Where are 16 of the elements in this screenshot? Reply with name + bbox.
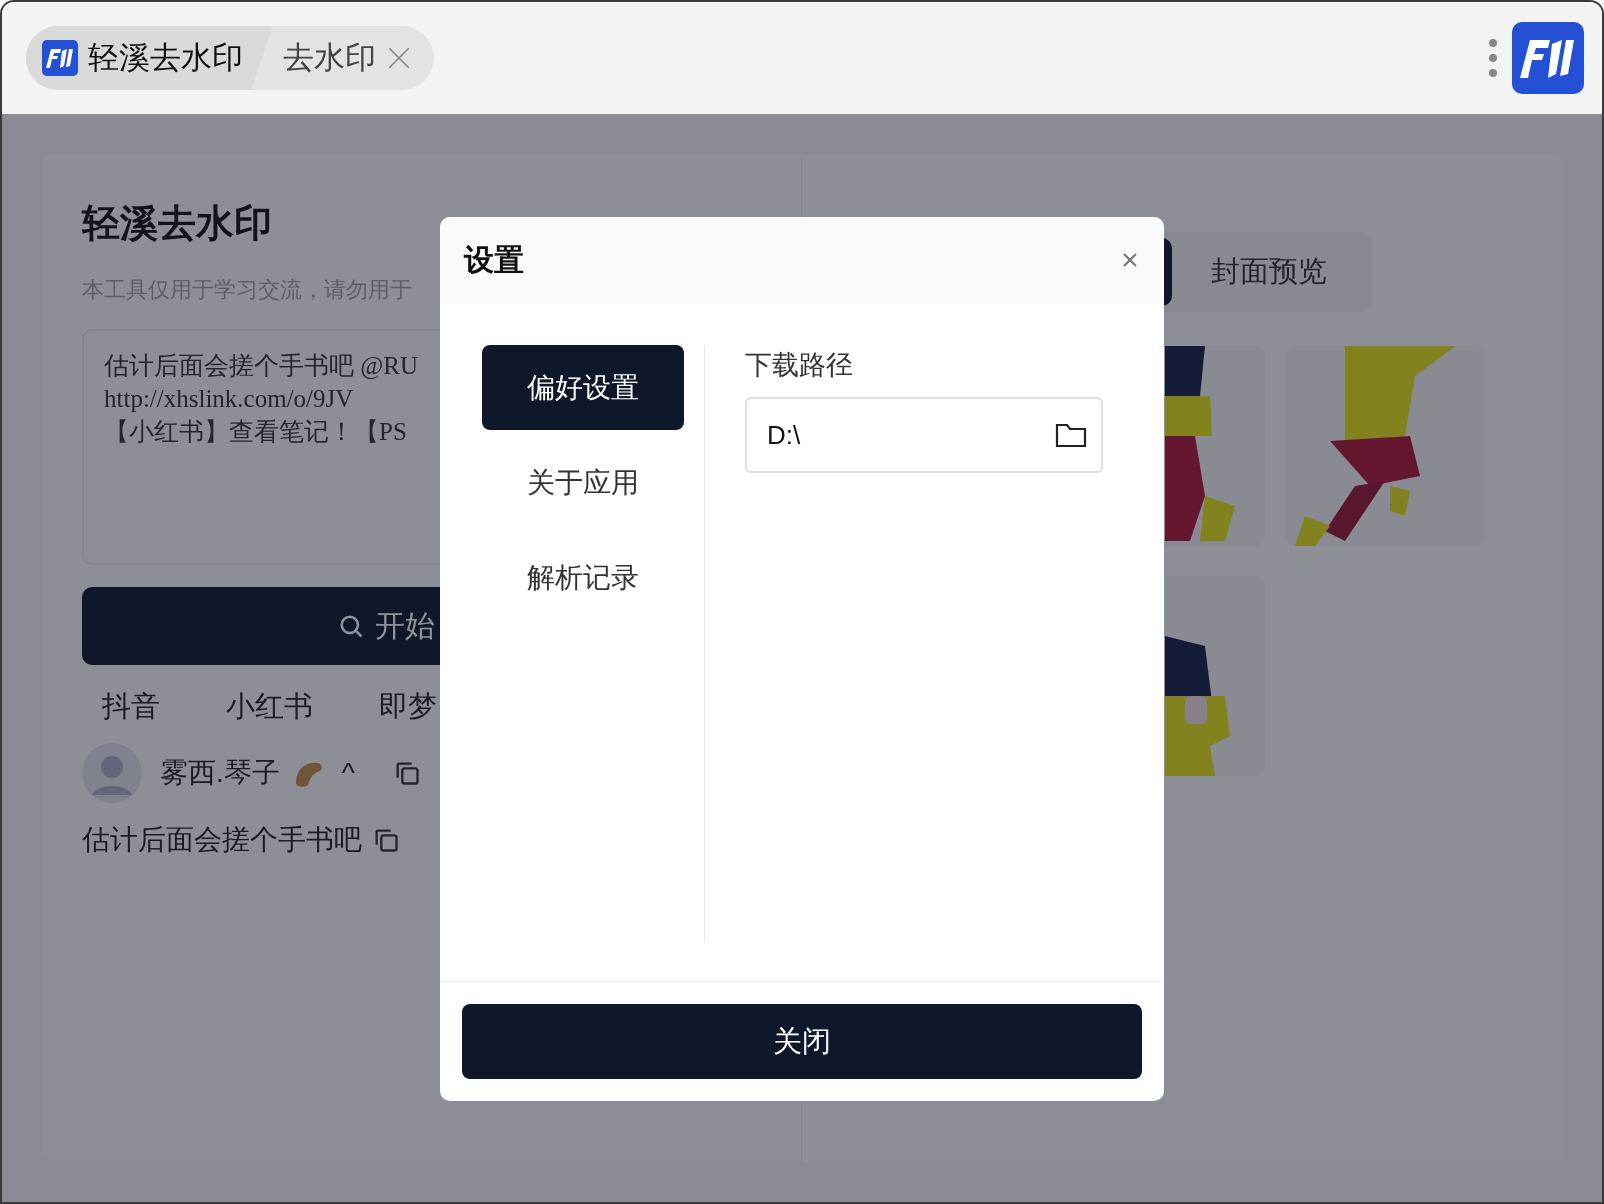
download-path-field[interactable]: D:\	[745, 397, 1103, 473]
preview-tab[interactable]: 封面预览	[1172, 238, 1366, 306]
close-dialog-button[interactable]: 关闭	[462, 1004, 1142, 1079]
platform-tab[interactable]: 抖音	[102, 687, 160, 727]
settings-nav-item[interactable]: 偏好设置	[482, 345, 684, 430]
settings-nav-item[interactable]: 关于应用	[482, 440, 684, 525]
window-tab[interactable]: 去水印	[273, 26, 434, 90]
window-tab[interactable]: 轻溪去水印	[26, 26, 273, 90]
author-name: 雾西.琴子	[160, 756, 280, 790]
dialog-title: 设置	[464, 241, 524, 278]
platform-tab[interactable]: 小红书	[226, 687, 313, 727]
description-text: 估计后面会搓个手书吧	[82, 823, 362, 857]
suffix-text: ^	[341, 757, 355, 789]
path-value: D:\	[767, 419, 801, 451]
platform-tab[interactable]: 即梦	[379, 687, 437, 727]
app-title: 轻溪去水印	[82, 201, 273, 246]
